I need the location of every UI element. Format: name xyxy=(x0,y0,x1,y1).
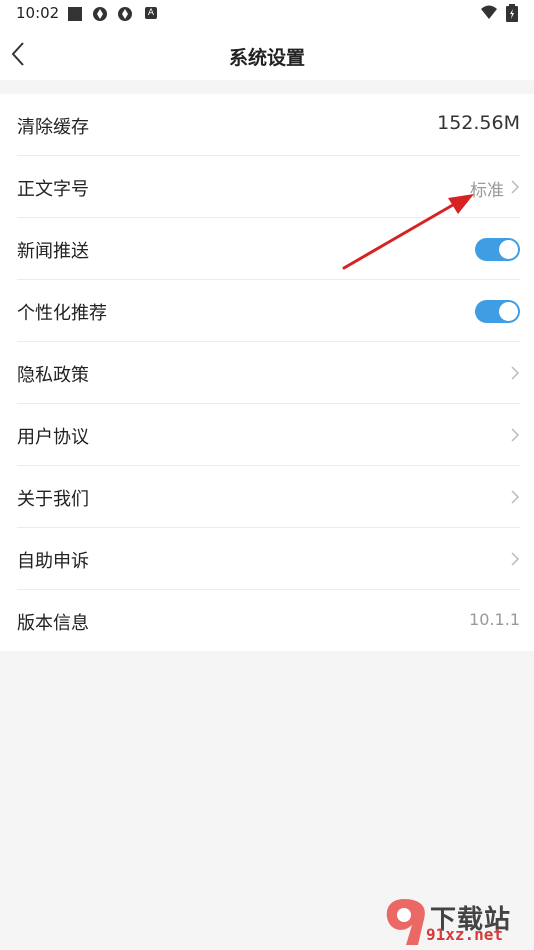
setting-label: 用户协议 xyxy=(17,427,89,448)
setting-version-info: 版本信息 10.1.1 xyxy=(17,590,520,651)
square-icon xyxy=(68,7,82,21)
setting-label: 自助申诉 xyxy=(17,551,89,572)
personalized-toggle[interactable] xyxy=(475,300,520,323)
chevron-right-icon xyxy=(511,428,520,442)
chevron-right-icon xyxy=(511,180,520,194)
setting-label: 清除缓存 xyxy=(17,117,89,138)
app-icon-1 xyxy=(93,7,107,21)
toggle-knob xyxy=(499,240,518,259)
setting-label: 关于我们 xyxy=(17,489,89,510)
chevron-right-icon xyxy=(511,366,520,380)
setting-clear-cache[interactable]: 清除缓存 152.56M xyxy=(17,94,520,156)
cache-size-value: 152.56M xyxy=(437,112,520,134)
setting-self-appeal[interactable]: 自助申诉 xyxy=(17,528,520,590)
setting-privacy-policy[interactable]: 隐私政策 xyxy=(17,342,520,404)
chevron-right-icon xyxy=(511,552,520,566)
chevron-right-icon xyxy=(511,490,520,504)
a-icon: A xyxy=(145,7,157,19)
setting-label: 隐私政策 xyxy=(17,365,89,386)
status-bar: 10:02 A xyxy=(0,0,534,28)
battery-icon xyxy=(506,4,518,22)
settings-list: 清除缓存 152.56M 正文字号 标准 新闻推送 个性化推荐 隐私政策 用户协… xyxy=(0,94,534,651)
page-title: 系统设置 xyxy=(228,47,305,69)
watermark: 下载站 91xz.net xyxy=(378,895,534,950)
news-push-toggle[interactable] xyxy=(475,238,520,261)
setting-label: 版本信息 xyxy=(17,613,89,634)
setting-label: 个性化推荐 xyxy=(17,303,107,324)
annotation-arrow-icon xyxy=(342,194,474,270)
version-value: 10.1.1 xyxy=(469,610,520,629)
toggle-knob xyxy=(499,302,518,321)
watermark-logo-icon xyxy=(386,899,425,945)
setting-label: 新闻推送 xyxy=(17,241,89,262)
setting-personalized: 个性化推荐 xyxy=(17,280,520,342)
app-icon-2 xyxy=(118,7,132,21)
status-time: 10:02 xyxy=(16,4,60,22)
watermark-url: 91xz.net xyxy=(426,925,504,944)
setting-about-us[interactable]: 关于我们 xyxy=(17,466,520,528)
wifi-icon xyxy=(481,5,497,19)
nav-bar: 系统设置 xyxy=(0,28,534,80)
setting-label: 正文字号 xyxy=(17,179,89,200)
setting-user-agreement[interactable]: 用户协议 xyxy=(17,404,520,466)
